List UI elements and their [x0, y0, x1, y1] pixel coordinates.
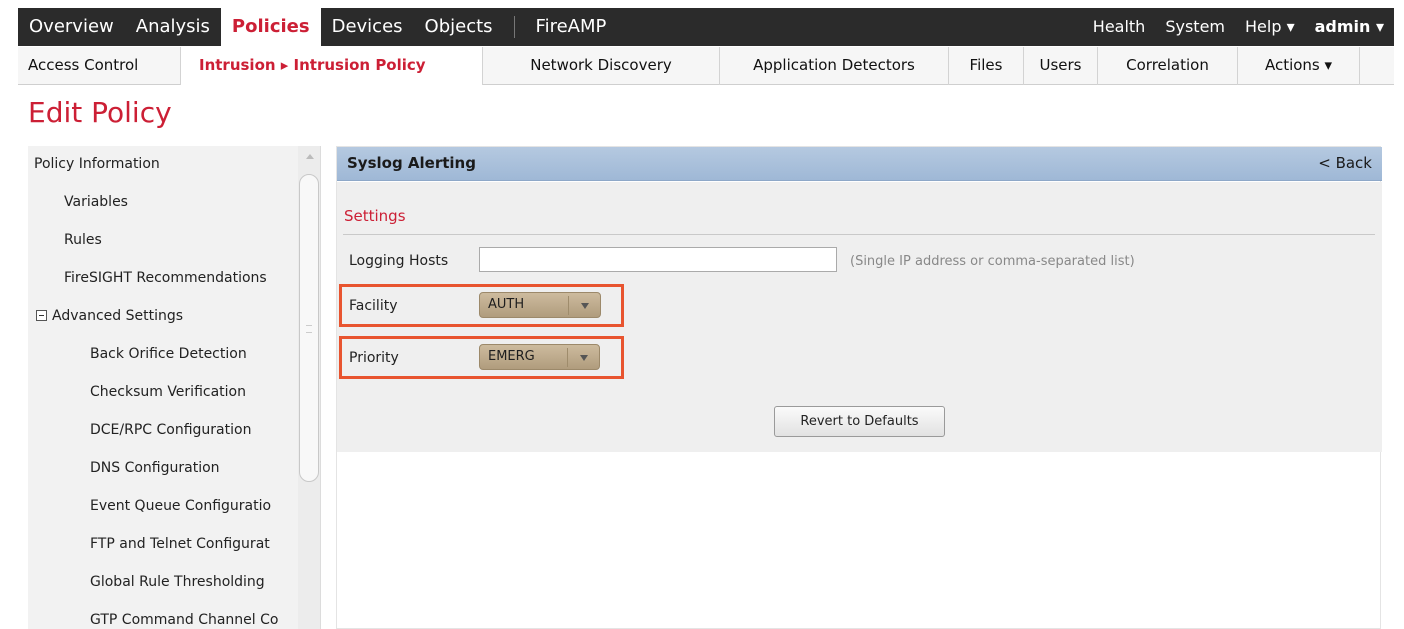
page-title: Edit Policy [28, 96, 172, 129]
sidebar-item-label: Advanced Settings [52, 308, 184, 324]
sidebar-item-variables[interactable]: Variables [28, 184, 298, 222]
grip-icon [306, 325, 312, 333]
scroll-up-arrow-icon[interactable] [306, 154, 314, 159]
logging-hosts-hint: (Single IP address or comma-separated li… [850, 254, 1135, 269]
sidebar-item-dcerpc[interactable]: DCE/RPC Configuration [28, 412, 298, 450]
sidebar-item-policy-information[interactable]: Policy Information [28, 146, 298, 184]
sidebar-item-advanced-settings[interactable]: Advanced Settings [28, 298, 298, 336]
sidebar-item-back-orifice[interactable]: Back Orifice Detection [28, 336, 298, 374]
sidebar-item-event-queue[interactable]: Event Queue Configuratio [28, 488, 298, 526]
top-nav: Overview Analysis Policies Devices Objec… [18, 8, 1394, 46]
subnav-application-detectors[interactable]: Application Detectors [720, 47, 949, 85]
subnav-network-discovery[interactable]: Network Discovery [483, 47, 720, 85]
panel-title: Syslog Alerting [347, 154, 476, 172]
facility-label: Facility [349, 298, 398, 314]
back-link[interactable]: < Back [1318, 154, 1372, 172]
sidebar-item-firesight[interactable]: FireSIGHT Recommendations [28, 260, 298, 298]
subnav-correlation[interactable]: Correlation [1098, 47, 1238, 85]
subnav-files[interactable]: Files [949, 47, 1024, 85]
scrollbar-thumb[interactable] [299, 174, 319, 482]
nav-health[interactable]: Health [1083, 8, 1156, 46]
nav-system[interactable]: System [1155, 8, 1235, 46]
sidebar-item-dns[interactable]: DNS Configuration [28, 450, 298, 488]
nav-overview[interactable]: Overview [18, 8, 125, 46]
sidebar-scrollbar[interactable] [298, 146, 320, 629]
chevron-down-icon [580, 355, 588, 361]
priority-select[interactable]: EMERG [479, 344, 600, 370]
sub-nav: Access Control Intrusion ▸ Intrusion Pol… [18, 47, 1394, 85]
sidebar-item-checksum[interactable]: Checksum Verification [28, 374, 298, 412]
nav-fireamp[interactable]: FireAMP [525, 8, 618, 46]
settings-section: Settings Logging Hosts (Single IP addres… [337, 182, 1382, 452]
select-divider [568, 296, 569, 315]
nav-objects[interactable]: Objects [414, 8, 504, 46]
logging-hosts-input[interactable] [479, 247, 837, 272]
nav-right-group: Health System Help ▾ admin ▾ [1083, 8, 1394, 46]
settings-heading: Settings [344, 207, 406, 225]
priority-label: Priority [349, 350, 399, 366]
nav-help-menu[interactable]: Help ▾ [1235, 8, 1305, 46]
priority-value: EMERG [488, 349, 535, 364]
subnav-intrusion-policy[interactable]: Intrusion ▸ Intrusion Policy [181, 47, 483, 85]
chevron-down-icon [581, 303, 589, 309]
nav-devices[interactable]: Devices [321, 8, 414, 46]
sidebar-item-rules[interactable]: Rules [28, 222, 298, 260]
policy-sidebar: Policy Information Variables Rules FireS… [28, 146, 321, 629]
subnav-users[interactable]: Users [1024, 47, 1098, 85]
sidebar-item-ftp-telnet[interactable]: FTP and Telnet Configurat [28, 526, 298, 564]
collapse-icon[interactable] [36, 310, 47, 321]
panel-header: Syslog Alerting < Back [337, 147, 1382, 181]
subnav-access-control[interactable]: Access Control [18, 47, 181, 85]
sidebar-item-gtp-command[interactable]: GTP Command Channel Co [28, 602, 298, 629]
nav-analysis[interactable]: Analysis [125, 8, 221, 46]
facility-value: AUTH [488, 297, 525, 312]
sidebar-list: Policy Information Variables Rules FireS… [28, 146, 298, 629]
nav-divider [513, 16, 515, 38]
logging-hosts-label: Logging Hosts [349, 253, 449, 269]
facility-select[interactable]: AUTH [479, 292, 601, 318]
subnav-actions-menu[interactable]: Actions ▾ [1238, 47, 1360, 85]
syslog-panel: Syslog Alerting < Back Settings Logging … [336, 146, 1382, 629]
divider [343, 234, 1375, 235]
select-divider [567, 348, 568, 367]
nav-admin-menu[interactable]: admin ▾ [1305, 8, 1394, 46]
sidebar-item-global-rule-thresholding[interactable]: Global Rule Thresholding [28, 564, 298, 602]
nav-policies[interactable]: Policies [220, 8, 321, 46]
revert-to-defaults-button[interactable]: Revert to Defaults [774, 406, 945, 437]
